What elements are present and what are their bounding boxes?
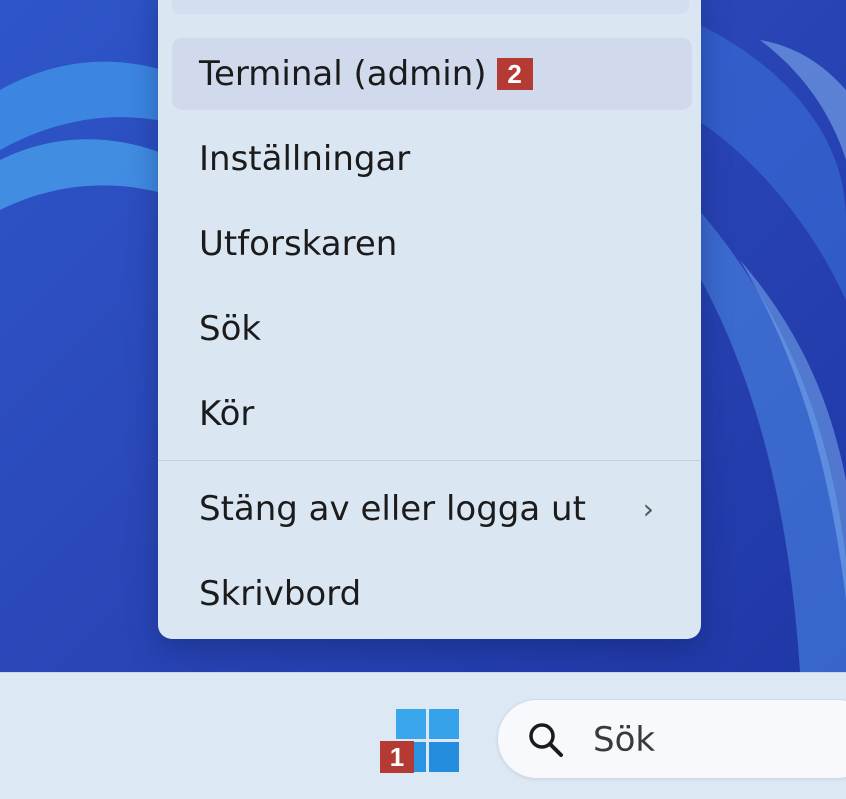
menu-item-label: Utforskaren <box>199 224 398 264</box>
menu-item-label: Sök <box>199 309 262 349</box>
chevron-right-icon: › <box>642 492 654 526</box>
menu-item-kor[interactable]: Kör <box>172 378 692 450</box>
menu-item-utforskaren[interactable]: Utforskaren <box>172 208 692 280</box>
menu-item-sok[interactable]: Sök <box>172 293 692 365</box>
menu-item-skrivbord[interactable]: Skrivbord <box>172 558 692 630</box>
start-context-menu: Terminal (admin) 2 Inställningar Utforsk… <box>158 0 701 639</box>
menu-item-label: Stäng av eller logga ut <box>199 489 586 529</box>
menu-item-installningar[interactable]: Inställningar <box>172 123 692 195</box>
search-placeholder: Sök <box>593 720 656 760</box>
step-badge-1: 1 <box>380 741 414 773</box>
menu-item-terminal-admin[interactable]: Terminal (admin) 2 <box>172 38 692 110</box>
taskbar: 1 Sök <box>0 672 846 799</box>
menu-separator <box>158 460 701 461</box>
menu-item-label: Inställningar <box>199 139 411 179</box>
search-icon <box>529 723 563 757</box>
menu-item-label: Terminal (admin) <box>199 54 487 94</box>
menu-item-label: Kör <box>199 394 255 434</box>
menu-item-label: Skrivbord <box>199 574 362 614</box>
menu-item-stang-av[interactable]: Stäng av eller logga ut › <box>172 473 692 545</box>
step-badge-2: 2 <box>496 58 533 90</box>
taskbar-search-box[interactable]: Sök <box>497 699 846 779</box>
previous-menu-item-edge[interactable] <box>172 0 689 14</box>
